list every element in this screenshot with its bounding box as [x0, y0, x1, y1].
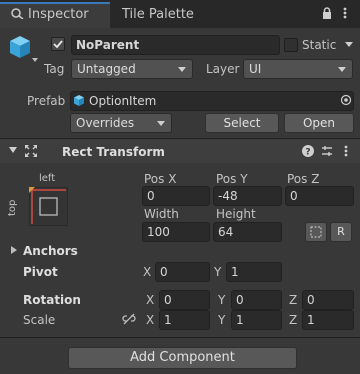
- icon-dropdown-caret-icon[interactable]: [32, 58, 38, 62]
- blueprint-mode-button[interactable]: [305, 222, 327, 242]
- layer-dropdown[interactable]: UI: [243, 59, 353, 79]
- tag-value: Untagged: [77, 62, 136, 76]
- prefab-label: Prefab: [27, 94, 66, 108]
- pos-x-label: Pos X: [144, 172, 177, 186]
- raw-edit-button[interactable]: R: [330, 222, 352, 242]
- overrides-dropdown[interactable]: Overrides: [70, 113, 172, 133]
- pos-z-label: Pos Z: [287, 172, 320, 186]
- rotation-z-label: Z: [289, 293, 298, 307]
- pivot-label: Pivot: [23, 265, 58, 279]
- chevron-down-icon: [157, 121, 165, 126]
- overrides-label: Overrides: [76, 116, 135, 130]
- pivot-x-field[interactable]: 0: [155, 262, 210, 282]
- component-menu-icon[interactable]: [341, 145, 351, 157]
- pos-z-field[interactable]: 0: [285, 186, 354, 206]
- object-picker-icon[interactable]: [340, 94, 352, 106]
- width-field[interactable]: 100: [142, 222, 210, 242]
- help-icon[interactable]: ?: [302, 145, 314, 158]
- pos-y-label: Pos Y: [216, 172, 248, 186]
- prefab-asset-field[interactable]: OptionItem: [70, 91, 354, 111]
- rect-transform-title: Rect Transform: [62, 145, 165, 159]
- height-field[interactable]: 64: [213, 222, 282, 242]
- pivot-y-field[interactable]: 1: [226, 262, 282, 282]
- gameobject-name-field[interactable]: NoParent: [71, 35, 280, 55]
- tab-menu-icon[interactable]: [340, 7, 350, 19]
- select-button[interactable]: Select: [205, 113, 279, 133]
- chevron-down-icon: [178, 67, 186, 72]
- rotation-y-field[interactable]: 0: [231, 290, 282, 310]
- inspector-icon: [10, 7, 24, 20]
- pivot-x-label: X: [143, 265, 152, 279]
- layer-value: UI: [249, 62, 262, 76]
- lock-icon[interactable]: [322, 7, 332, 19]
- foldout-expanded-icon[interactable]: [9, 147, 17, 153]
- pivot-y-label: Y: [214, 265, 222, 279]
- tag-label: Tag: [44, 62, 65, 76]
- rotation-y-label: Y: [218, 293, 226, 307]
- gameobject-cube-icon[interactable]: [8, 34, 32, 60]
- scale-z-field[interactable]: 1: [302, 310, 354, 330]
- rotation-label: Rotation: [23, 293, 81, 307]
- scale-y-label: Y: [218, 313, 226, 327]
- active-checkbox[interactable]: [51, 37, 65, 51]
- presets-icon[interactable]: [321, 145, 333, 157]
- anchor-presets-button[interactable]: [29, 187, 68, 226]
- anchor-top-label: top: [7, 199, 18, 216]
- svg-text:?: ?: [305, 148, 310, 158]
- static-label: Static: [302, 38, 337, 52]
- rotation-z-field[interactable]: 0: [302, 290, 354, 310]
- tab-tile-palette[interactable]: Tile Palette: [122, 7, 194, 22]
- scale-x-field[interactable]: 1: [159, 310, 210, 330]
- anchor-left-label: left: [39, 173, 56, 184]
- prefab-value: OptionItem: [89, 94, 157, 108]
- chevron-down-icon: [338, 67, 346, 72]
- pos-y-field[interactable]: -48: [213, 186, 282, 206]
- rotation-x-label: X: [146, 293, 155, 307]
- tab-inspector-label: Inspector: [28, 7, 89, 22]
- tag-dropdown[interactable]: Untagged: [71, 59, 193, 79]
- anchors-label[interactable]: Anchors: [23, 244, 78, 258]
- rect-transform-icon: [24, 144, 38, 158]
- open-button[interactable]: Open: [284, 113, 354, 133]
- divider: [0, 337, 360, 338]
- pos-x-field[interactable]: 0: [142, 186, 210, 206]
- static-checkbox[interactable]: [284, 38, 298, 52]
- scale-label: Scale: [23, 313, 56, 327]
- prefab-cube-icon: [73, 94, 85, 107]
- scale-z-label: Z: [289, 313, 298, 327]
- rotation-x-field[interactable]: 0: [159, 290, 210, 310]
- scale-x-label: X: [146, 313, 155, 327]
- width-label: Width: [144, 207, 179, 221]
- static-dropdown-icon[interactable]: [345, 42, 353, 47]
- scale-y-field[interactable]: 1: [231, 310, 282, 330]
- layer-label: Layer: [206, 62, 240, 76]
- foldout-collapsed-icon[interactable]: [11, 246, 17, 254]
- add-component-button[interactable]: Add Component: [68, 347, 297, 369]
- constrain-proportions-icon[interactable]: [122, 313, 136, 325]
- height-label: Height: [216, 207, 256, 221]
